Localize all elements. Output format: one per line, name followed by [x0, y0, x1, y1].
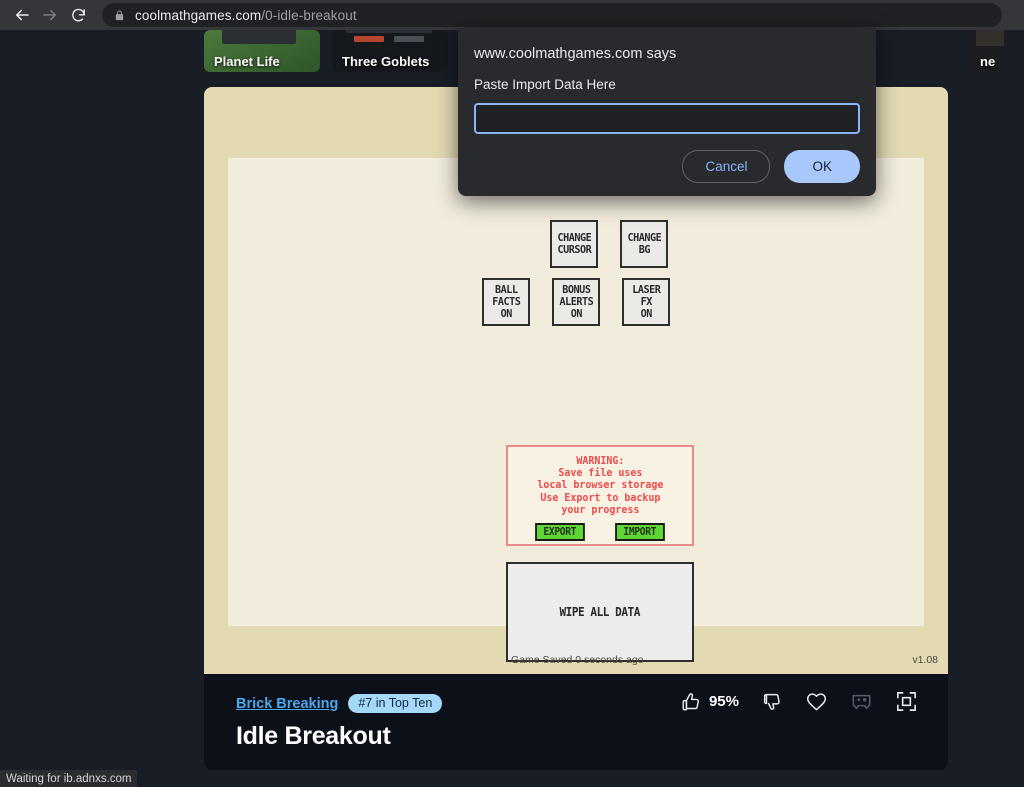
wipe-all-data-button[interactable]: WIPE ALL DATA: [506, 562, 694, 662]
heart-icon: [805, 690, 828, 713]
category-link[interactable]: Brick Breaking: [236, 696, 338, 712]
ok-button[interactable]: OK: [784, 150, 860, 183]
rank-badge[interactable]: #7 in Top Ten: [348, 694, 442, 713]
forward-button[interactable]: [36, 1, 64, 29]
status-bar: Waiting for ib.adnxs.com: [0, 770, 137, 787]
cancel-button[interactable]: Cancel: [682, 150, 770, 183]
like-button[interactable]: 95%: [680, 691, 739, 713]
game-info-bar: Brick Breaking #7 in Top Ten Idle Breako…: [204, 674, 948, 770]
url-domain: coolmathgames.com: [135, 8, 261, 23]
arrow-left-icon: [13, 6, 31, 24]
dialog-buttons: Cancel OK: [682, 150, 860, 183]
game-canvas[interactable]: CHANGE CURSOR CHANGE BG BALL FACTS ON: [228, 158, 924, 626]
javascript-prompt-dialog: www.coolmathgames.com says Paste Import …: [458, 28, 876, 196]
rating-percent: 95%: [709, 693, 739, 710]
thumbs-down-icon: [761, 691, 783, 713]
lock-icon: [114, 9, 125, 22]
thumbnail-label: Three Goblets: [342, 54, 429, 69]
save-status: Game Saved 0 seconds ago: [511, 654, 644, 666]
import-button[interactable]: IMPORT: [615, 523, 664, 541]
export-button[interactable]: EXPORT: [536, 523, 585, 541]
storage-warning-box: WARNING: Save file uses local browser st…: [506, 445, 694, 546]
change-bg-button[interactable]: CHANGE BG: [620, 220, 668, 268]
controller-button[interactable]: [850, 692, 873, 712]
thumbs-up-icon: [680, 691, 702, 713]
dialog-title: www.coolmathgames.com says: [474, 46, 860, 62]
url-text: coolmathgames.com/0-idle-breakout: [135, 8, 357, 23]
reload-icon: [70, 7, 87, 24]
fullscreen-button[interactable]: [895, 690, 918, 713]
laser-fx-label: LASER FX ON: [632, 284, 660, 320]
arrow-right-icon: [41, 6, 59, 24]
ball-facts-label: BALL FACTS ON: [492, 284, 520, 320]
dialog-message: Paste Import Data Here: [474, 77, 860, 92]
version-label: v1.08: [912, 654, 938, 666]
game-thumbnail[interactable]: Planet Life: [204, 30, 320, 72]
thumbnail-label: ne: [980, 54, 995, 69]
change-cursor-button[interactable]: CHANGE CURSOR: [550, 220, 598, 268]
warning-buttons: EXPORT IMPORT: [533, 523, 666, 541]
url-path: /0-idle-breakout: [261, 8, 356, 23]
change-bg-label: CHANGE BG: [627, 232, 661, 256]
game-thumbnail[interactable]: Three Goblets: [332, 30, 448, 72]
change-cursor-label: CHANGE CURSOR: [557, 232, 591, 256]
favorite-button[interactable]: [805, 690, 828, 713]
back-button[interactable]: [8, 1, 36, 29]
reload-button[interactable]: [64, 1, 92, 29]
dialog-input[interactable]: [474, 103, 860, 134]
bonus-alerts-button[interactable]: BONUS ALERTS ON: [552, 278, 600, 326]
wipe-all-data-label: WIPE ALL DATA: [560, 606, 640, 618]
dislike-button[interactable]: [761, 691, 783, 713]
browser-toolbar: coolmathgames.com/0-idle-breakout: [0, 0, 1024, 30]
game-title: Idle Breakout: [236, 722, 916, 751]
game-thumbnail[interactable]: ne: [970, 30, 1004, 72]
fullscreen-icon: [895, 690, 918, 713]
laser-fx-button[interactable]: LASER FX ON: [622, 278, 670, 326]
warning-text: WARNING: Save file uses local browser st…: [537, 455, 663, 516]
ball-facts-button[interactable]: BALL FACTS ON: [482, 278, 530, 326]
gamepad-icon: [850, 692, 873, 712]
address-bar[interactable]: coolmathgames.com/0-idle-breakout: [102, 3, 1002, 27]
thumbnail-label: Planet Life: [214, 54, 280, 69]
bonus-alerts-label: BONUS ALERTS ON: [559, 284, 593, 320]
game-actions: 95%: [680, 690, 918, 713]
stage-footer: Game Saved 0 seconds ago v1.08: [204, 654, 948, 670]
